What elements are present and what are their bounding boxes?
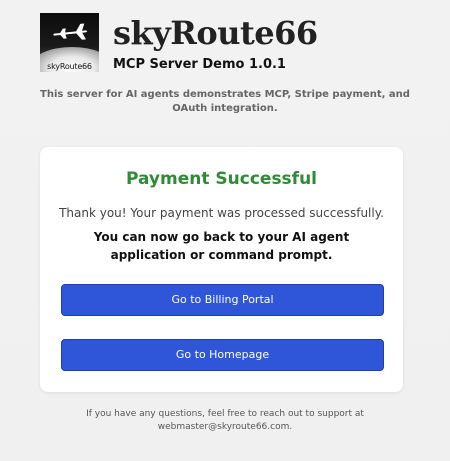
logo: skyRoute66	[40, 13, 99, 72]
footer-support-text: If you have any questions, feel free to …	[86, 409, 364, 432]
version-label: MCP Server Demo 1.0.1	[113, 57, 286, 72]
airplane-icon	[53, 23, 88, 40]
go-back-message: You can now go back to your AI agent app…	[93, 230, 350, 262]
billing-portal-button[interactable]: Go to Billing Portal	[61, 284, 384, 316]
brand-title: skyRoute66	[113, 14, 318, 52]
payment-card: Payment Successful Thank you! Your payme…	[40, 147, 403, 392]
payment-status-title: Payment Successful	[125, 169, 318, 189]
thanks-message: Thank you! Your payment was processed su…	[59, 206, 384, 220]
header: skyRoute66 skyRoute66 MCP Server Demo 1.…	[40, 13, 420, 75]
logo-text: skyRoute66	[47, 62, 92, 71]
tagline: This server for AI agents demonstrates M…	[40, 89, 410, 114]
homepage-button[interactable]: Go to Homepage	[61, 339, 384, 371]
